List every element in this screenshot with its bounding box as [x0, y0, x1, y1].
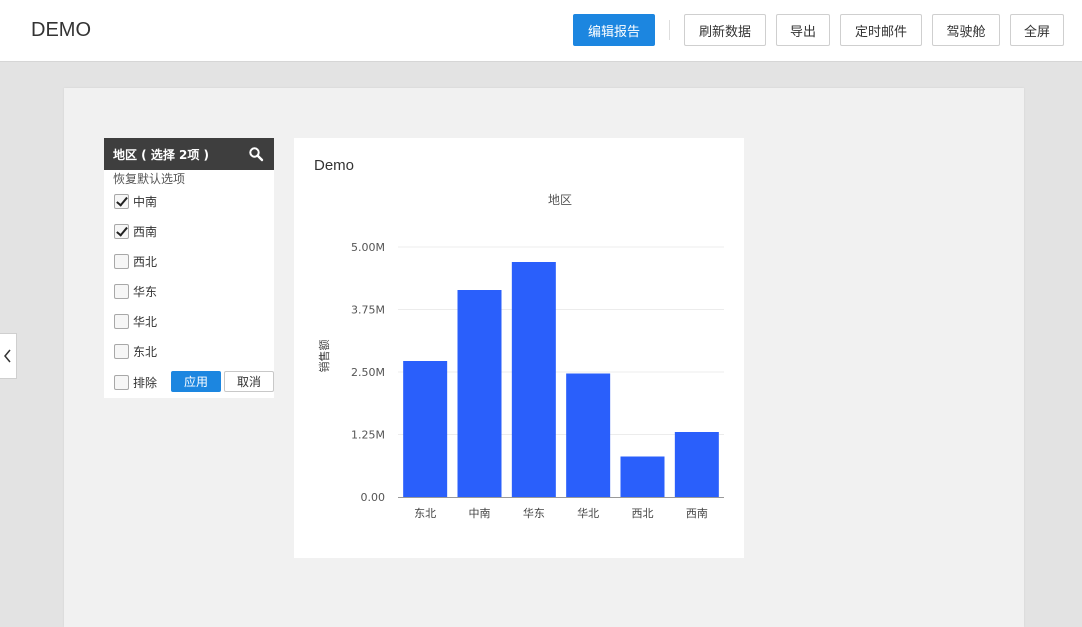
- cockpit-button[interactable]: 驾驶舱: [932, 14, 1000, 46]
- export-button[interactable]: 导出: [776, 14, 830, 46]
- bar: [674, 432, 719, 497]
- y-tick-label: 5.00M: [351, 241, 385, 254]
- search-icon[interactable]: [248, 146, 264, 162]
- refresh-data-button[interactable]: 刷新数据: [684, 14, 766, 46]
- apply-button[interactable]: 应用: [171, 371, 221, 392]
- chart-title: 地区: [548, 193, 572, 207]
- x-tick-label: 西南: [686, 507, 708, 520]
- filter-option[interactable]: 西南: [114, 223, 157, 239]
- checkbox[interactable]: [114, 223, 129, 239]
- side-panel-toggle[interactable]: [0, 333, 17, 379]
- filter-option-label: 东北: [133, 344, 158, 359]
- filter-option[interactable]: 华东: [114, 283, 157, 299]
- filter-option-label: 华东: [133, 284, 158, 299]
- exclude-option[interactable]: 排除: [114, 374, 157, 390]
- bar: [511, 262, 556, 497]
- y-tick-label: 2.50M: [351, 366, 385, 379]
- x-tick-label: 西北: [632, 507, 654, 520]
- checkbox[interactable]: [114, 313, 129, 329]
- top-toolbar: DEMO 编辑报告 刷新数据 导出 定时邮件 驾驶舱 全屏: [0, 0, 1082, 62]
- filter-option-label: 中南: [133, 194, 158, 209]
- checkbox[interactable]: [114, 193, 129, 209]
- filter-option[interactable]: 东北: [114, 343, 157, 359]
- reset-default-link[interactable]: 恢复默认选项: [104, 171, 274, 187]
- checkbox[interactable]: [114, 253, 129, 269]
- toolbar-divider: [669, 20, 670, 40]
- filter-option-label: 西北: [133, 254, 158, 269]
- fullscreen-button[interactable]: 全屏: [1010, 14, 1064, 46]
- y-tick-label: 1.25M: [351, 429, 385, 442]
- bar-chart: 0.00 1.25M 2.50M 3.75M 5.00M 地区销售额东北 中南 华东 华北 西北 西…: [317, 193, 724, 520]
- filter-header: 地区 ( 选择 2项 ): [104, 138, 274, 170]
- bar: [566, 373, 611, 497]
- bar: [457, 290, 502, 497]
- chevron-left-icon: [4, 349, 11, 363]
- app-title: DEMO: [31, 19, 91, 41]
- y-tick-label: 3.75M: [351, 304, 385, 317]
- exclude-checkbox[interactable]: [114, 374, 129, 390]
- x-tick-label: 东北: [414, 507, 436, 520]
- schedule-mail-button[interactable]: 定时邮件: [840, 14, 922, 46]
- bar: [403, 361, 448, 497]
- x-tick-label: 华北: [577, 506, 599, 520]
- filter-option-label: 西南: [133, 224, 158, 239]
- cancel-button[interactable]: 取消: [224, 371, 274, 392]
- filter-option[interactable]: 中南: [114, 193, 157, 209]
- chart-card: Demo 0.00 1.25M 2.50M 3.75M 5.00M 地区 销售额 东北 中南 华东…: [294, 138, 744, 558]
- filter-option[interactable]: 西北: [114, 253, 157, 269]
- bar: [620, 456, 665, 497]
- x-tick-label: 华东: [523, 506, 545, 520]
- region-filter-panel: 地区 ( 选择 2项 ) 恢复默认选项 中南 西南 西北 华东 华北 东北 排除…: [104, 138, 274, 398]
- y-tick-label: 0.00: [361, 491, 386, 504]
- x-tick-label: 中南: [469, 507, 491, 520]
- y-axis-label: 销售额: [317, 340, 331, 373]
- checkbox[interactable]: [114, 283, 129, 299]
- checkbox[interactable]: [114, 343, 129, 359]
- filter-option-label: 华北: [133, 314, 158, 329]
- exclude-label: 排除: [133, 375, 158, 390]
- edit-report-button[interactable]: 编辑报告: [573, 14, 655, 46]
- filter-option[interactable]: 华北: [114, 313, 157, 329]
- filter-header-label: 地区 ( 选择 2项 ): [113, 147, 210, 162]
